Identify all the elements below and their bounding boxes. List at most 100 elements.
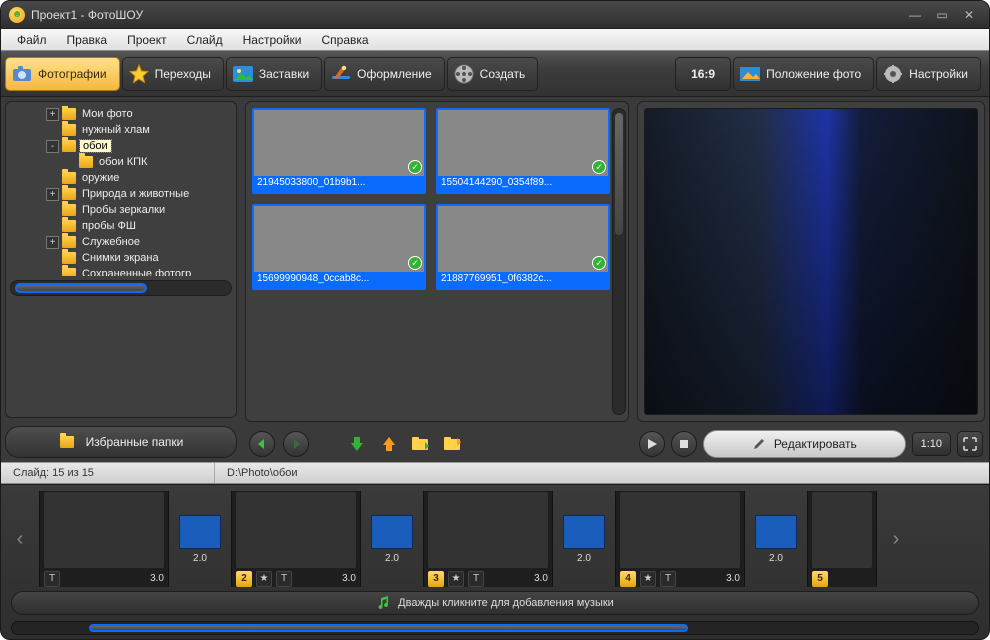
tree-item[interactable]: пробы ФШ	[10, 218, 232, 234]
menu-slide[interactable]: Слайд	[177, 31, 233, 49]
tree-item[interactable]: Снимки экрана	[10, 250, 232, 266]
folder-icon	[62, 204, 76, 216]
close-button[interactable]: ✕	[957, 7, 981, 23]
tab-transitions[interactable]: Переходы	[122, 57, 224, 91]
thumbnail[interactable]: ✓21887769951_0f6382c...	[436, 204, 610, 290]
thumbnail-image: ✓	[438, 206, 608, 272]
tree-h-scrollbar[interactable]	[10, 280, 232, 296]
tree-item[interactable]: +Мои фото	[10, 106, 232, 122]
timeline-slide[interactable]: 3★T3.0	[423, 491, 553, 587]
thumbnail-caption: 21887769951_0f6382c...	[438, 272, 608, 288]
edit-button[interactable]: Редактировать	[703, 430, 906, 458]
app-window: ☻ Проект1 - ФотоШОУ — ▭ ✕ Файл Правка Пр…	[0, 0, 990, 640]
tree-item[interactable]: нужный хлам	[10, 122, 232, 138]
tree-item-label: Сохраненные фотогр	[80, 268, 193, 276]
star-icon[interactable]: ★	[448, 571, 464, 587]
text-icon[interactable]: T	[660, 571, 676, 587]
favorite-folders-button[interactable]: Избранные папки	[5, 426, 237, 458]
timeline-slide[interactable]: T 3.0	[39, 491, 169, 587]
timeline-next[interactable]: ›	[887, 509, 905, 569]
minimize-button[interactable]: —	[903, 7, 927, 23]
add-to-timeline-button[interactable]	[345, 432, 369, 456]
nav-back-button[interactable]	[249, 431, 275, 457]
brush-icon	[331, 64, 351, 84]
timeline-transition[interactable]: 2.0	[561, 515, 607, 564]
tab-create-label: Создать	[480, 67, 526, 81]
slide-image	[236, 492, 356, 568]
music-track[interactable]: Дважды кликните для добавления музыки	[11, 591, 979, 615]
tree-item-label: обои КПК	[97, 156, 149, 168]
timeline-prev[interactable]: ‹	[11, 509, 29, 569]
text-icon[interactable]: T	[44, 571, 60, 587]
titlebar: ☻ Проект1 - ФотоШОУ — ▭ ✕	[1, 1, 989, 29]
timeline[interactable]: ‹ T3.02.02★T3.02.03★T3.02.04★T3.02.05 ›	[11, 491, 979, 587]
fullscreen-icon	[963, 437, 977, 451]
thumbs-v-scrollbar[interactable]	[612, 108, 626, 415]
text-icon[interactable]: T	[468, 571, 484, 587]
tree-item[interactable]: +Служебное	[10, 234, 232, 250]
folder-icon	[79, 156, 93, 168]
tree-item-label: Снимки экрана	[80, 252, 161, 264]
picture-icon	[233, 64, 253, 84]
aspect-ratio-button[interactable]: 16:9	[675, 57, 731, 91]
tree-item[interactable]: +Природа и животные	[10, 186, 232, 202]
tab-design[interactable]: Оформление	[324, 57, 444, 91]
tab-intros-label: Заставки	[259, 67, 309, 81]
menu-file[interactable]: Файл	[7, 31, 57, 49]
slide-number: 4	[620, 571, 636, 587]
play-button[interactable]	[639, 431, 665, 457]
slide-duration: 3.0	[342, 573, 356, 584]
tab-photos[interactable]: Фотографии	[5, 57, 120, 91]
tree-item[interactable]: Сохраненные фотогр	[10, 266, 232, 276]
preview-settings-button[interactable]: Настройки	[876, 57, 981, 91]
tree-item[interactable]: обои КПК	[10, 154, 232, 170]
stop-button[interactable]	[671, 431, 697, 457]
star-icon[interactable]: ★	[256, 571, 272, 587]
camera-icon	[12, 64, 32, 84]
thumbnail[interactable]: ✓15504144290_0354f89...	[436, 108, 610, 194]
tab-create[interactable]: Создать	[447, 57, 539, 91]
tree-item[interactable]: оружие	[10, 170, 232, 186]
statusbar: Слайд: 15 из 15 D:\Photo\обои	[1, 462, 989, 484]
maximize-button[interactable]: ▭	[930, 7, 954, 23]
time-counter-value: 1:10	[921, 438, 942, 450]
menu-help[interactable]: Справка	[311, 31, 378, 49]
folder-icon	[62, 172, 76, 184]
folder-tree-panel: +Мои фотонужный хлам-обоиобои КПКоружие+…	[5, 101, 237, 418]
add-folder-button[interactable]	[409, 432, 433, 456]
timeline-transition[interactable]: 2.0	[753, 515, 799, 564]
thumbnail[interactable]: ✓21945033800_01b9b1...	[252, 108, 426, 194]
slide-infobar: 3★T3.0	[428, 568, 548, 586]
timeline-slide[interactable]: 5	[807, 491, 877, 587]
timeline-slide[interactable]: 2★T3.0	[231, 491, 361, 587]
tree-item-label: обои	[80, 140, 111, 152]
star-icon[interactable]: ★	[640, 571, 656, 587]
slide-duration: 3.0	[150, 573, 164, 584]
tree-item[interactable]: -обои	[10, 138, 232, 154]
timeline-slide[interactable]: 4★T3.0	[615, 491, 745, 587]
timeline-transition[interactable]: 2.0	[177, 515, 223, 564]
menu-edit[interactable]: Правка	[57, 31, 118, 49]
timeline-transition[interactable]: 2.0	[369, 515, 415, 564]
menubar: Файл Правка Проект Слайд Настройки Справ…	[1, 29, 989, 51]
tab-photos-label: Фотографии	[38, 67, 107, 81]
thumbnail[interactable]: ✓15699990948_0ccab8c...	[252, 204, 426, 290]
folder-icon	[62, 236, 76, 248]
menu-project[interactable]: Проект	[117, 31, 177, 49]
tree-item[interactable]: Пробы зеркалки	[10, 202, 232, 218]
text-icon[interactable]: T	[276, 571, 292, 587]
transition-duration: 2.0	[385, 553, 399, 564]
transition-thumb	[371, 515, 413, 549]
fullscreen-button[interactable]	[957, 431, 983, 457]
folder-tree[interactable]: +Мои фотонужный хлам-обоиобои КПКоружие+…	[10, 106, 232, 276]
menu-settings[interactable]: Настройки	[233, 31, 312, 49]
remove-from-timeline-button[interactable]	[377, 432, 401, 456]
timeline-scrollbar[interactable]	[11, 621, 979, 635]
open-folder-button[interactable]	[441, 432, 465, 456]
photo-position-label: Положение фото	[766, 67, 861, 81]
transition-thumb	[179, 515, 221, 549]
nav-forward-button[interactable]	[283, 431, 309, 457]
tab-intros[interactable]: Заставки	[226, 57, 322, 91]
slide-counter: Слайд: 15 из 15	[1, 463, 215, 483]
photo-position-button[interactable]: Положение фото	[733, 57, 874, 91]
